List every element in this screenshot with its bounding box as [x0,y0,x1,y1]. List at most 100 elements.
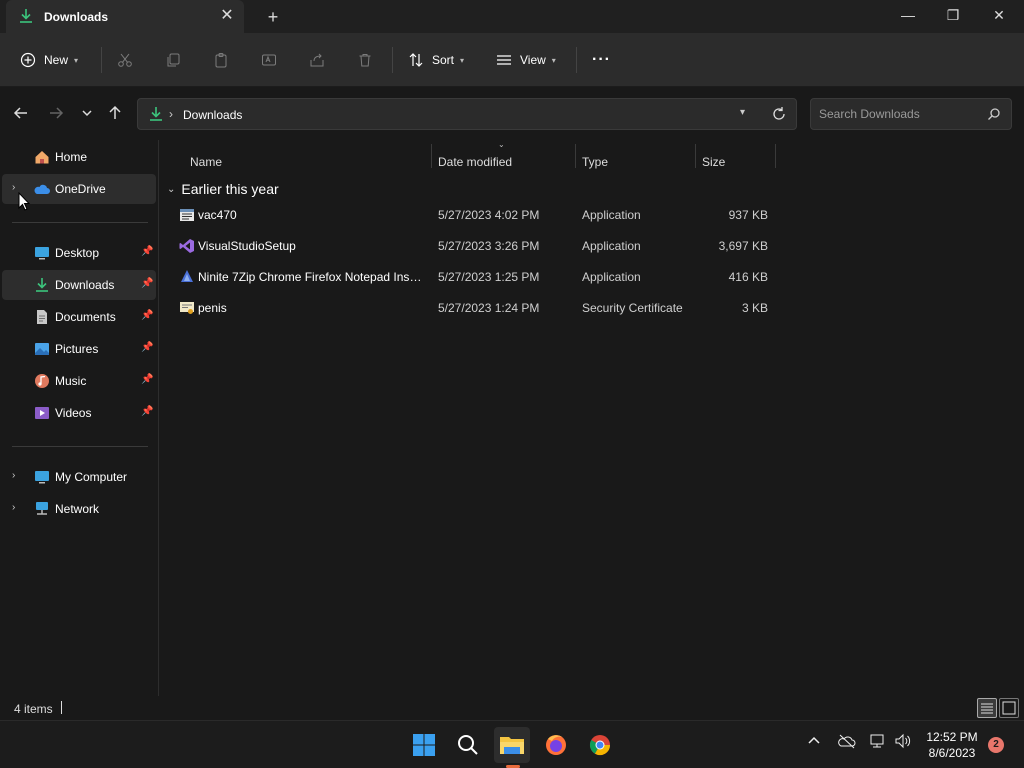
minimize-button[interactable]: — [885,0,931,30]
copy-button[interactable] [165,47,181,73]
search-icon[interactable] [987,107,1001,121]
column-divider[interactable] [575,144,576,168]
download-icon [150,107,162,121]
address-history-chevron-icon[interactable]: ▾ [740,107,745,118]
item-count: 4 items [14,702,53,716]
file-name: vac470 [198,208,237,222]
sidebar-item-videos[interactable]: Videos 📌 [2,398,156,428]
new-label: New [44,53,69,67]
sidebar-item-label: Documents [55,310,116,324]
clipboard-icon [215,53,227,68]
breadcrumb-downloads[interactable]: Downloads [183,108,242,122]
chevron-down-icon: ▾ [74,55,79,65]
sort-label: Sort [432,53,455,67]
show-hidden-icons-chevron-icon[interactable] [807,733,821,750]
sidebar-item-pictures[interactable]: Pictures 📌 [2,334,156,364]
large-icons-view-button[interactable] [999,698,1019,718]
column-header-name[interactable]: Name [190,148,222,176]
paste-button[interactable] [213,47,229,73]
maximize-button[interactable]: ❐ [930,0,976,30]
start-button[interactable] [406,727,442,763]
sidebar-divider [12,222,148,223]
pin-icon[interactable]: 📌 [141,278,153,289]
video-icon [35,407,49,419]
trash-icon [359,54,371,67]
sidebar-item-label: OneDrive [55,182,106,196]
refresh-icon[interactable] [770,105,788,123]
delete-button[interactable] [357,47,373,73]
pictures-icon [35,343,49,355]
breadcrumb-separator[interactable]: › [169,107,173,121]
tab-close-icon[interactable]: ✕ [218,7,236,25]
new-button[interactable]: New ▾ [20,47,78,73]
computer-icon [35,471,49,484]
column-header-type[interactable]: Type [582,148,608,176]
chevron-down-icon: ▾ [460,55,465,65]
ninite-icon [181,270,193,282]
sidebar-item-music[interactable]: Music 📌 [2,366,156,396]
table-row[interactable]: vac470 5/27/2023 4:02 PM Application 937… [169,200,775,230]
chevron-right-icon[interactable]: › [12,470,22,481]
pin-icon[interactable]: 📌 [141,406,153,417]
share-icon [310,53,324,67]
forward-arrow-icon[interactable] [45,102,67,124]
taskbar: 12:52 PM 8/6/2023 2 [0,720,1024,768]
onedrive-tray-icon[interactable] [838,733,856,752]
sidebar-item-desktop[interactable]: Desktop 📌 [2,238,156,268]
windows-logo-icon [413,734,435,756]
network-tray-icon[interactable] [870,733,888,752]
sidebar-item-my-computer[interactable]: › My Computer [2,462,156,492]
volume-icon[interactable] [894,733,912,752]
file-date: 5/27/2023 3:26 PM [438,239,540,253]
new-tab-button[interactable]: + [262,6,284,28]
file-size: 937 KB [728,208,768,222]
sort-button[interactable]: Sort ▾ [408,47,464,73]
column-header-size[interactable]: Size [702,148,725,176]
chrome-icon [589,735,611,756]
sidebar-item-documents[interactable]: Documents 📌 [2,302,156,332]
pin-icon[interactable]: 📌 [141,310,153,321]
pin-icon[interactable]: 📌 [141,374,153,385]
taskbar-search-button[interactable] [450,727,486,763]
visual-studio-icon [179,239,194,253]
view-button[interactable]: View ▾ [496,47,556,73]
system-clock[interactable]: 12:52 PM 8/6/2023 [922,729,982,761]
table-row[interactable]: penis 5/27/2023 1:24 PM Security Certifi… [169,293,775,323]
rename-icon [262,54,276,66]
rename-button[interactable] [261,47,277,73]
table-row[interactable]: Ninite 7Zip Chrome Firefox Notepad Insta… [169,262,775,292]
share-button[interactable] [309,47,325,73]
column-divider[interactable] [431,144,432,168]
column-divider[interactable] [695,144,696,168]
sidebar-item-downloads[interactable]: Downloads 📌 [2,270,156,300]
chevron-right-icon[interactable]: › [12,502,22,513]
file-date: 5/27/2023 4:02 PM [438,208,540,222]
notification-badge[interactable]: 2 [988,737,1004,753]
up-arrow-icon[interactable] [104,102,126,124]
search-box[interactable] [810,98,1012,130]
folder-icon [500,737,524,754]
status-bar: 4 items [0,696,1024,720]
back-arrow-icon[interactable] [10,102,32,124]
sidebar-item-network[interactable]: › Network [2,494,156,524]
group-header[interactable]: ⌄ Earlier this year [167,178,279,200]
cut-button[interactable] [117,47,133,73]
pin-icon[interactable]: 📌 [141,246,153,257]
details-view-button[interactable] [977,698,997,718]
column-divider[interactable] [775,144,776,168]
column-header-date-modified[interactable]: Date modified [438,148,512,176]
tab-downloads[interactable]: Downloads ✕ [6,0,244,33]
recent-locations-chevron-icon[interactable] [76,102,98,124]
taskbar-chrome[interactable] [582,727,618,763]
taskbar-file-explorer[interactable] [494,727,530,763]
file-type: Security Certificate [582,301,683,315]
address-bar[interactable]: › Downloads ▾ [137,98,797,130]
more-options-button[interactable]: ··· [592,47,611,73]
sidebar-item-home[interactable]: Home [2,142,156,172]
pin-icon[interactable]: 📌 [141,342,153,353]
close-button[interactable]: ✕ [976,0,1022,30]
search-input[interactable] [819,106,979,122]
taskbar-firefox[interactable] [538,727,574,763]
sidebar-item-label: Music [55,374,87,388]
table-row[interactable]: VisualStudioSetup 5/27/2023 3:26 PM Appl… [169,231,775,261]
